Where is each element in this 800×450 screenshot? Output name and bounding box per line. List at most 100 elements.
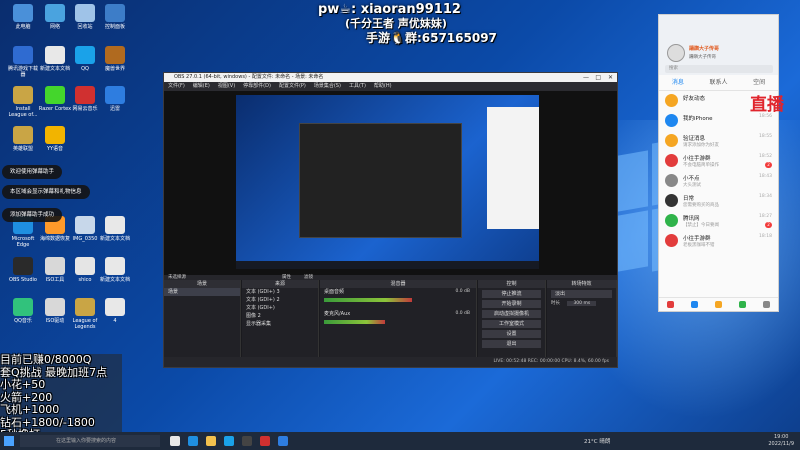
start-icon[interactable] <box>4 436 14 446</box>
desktop-icon[interactable]: QQ音乐 <box>6 298 40 324</box>
desktop-icon[interactable]: QQ <box>68 46 102 72</box>
desktop-icon[interactable]: Razer Cortex <box>38 86 72 112</box>
obs-title-bar[interactable]: OBS 27.0.1 (64-bit, windows) - 配置文件: 未命名… <box>164 73 617 82</box>
mixer-level-meter <box>324 298 412 302</box>
desktop-icon[interactable]: 英雄联盟 <box>6 126 40 152</box>
weather-widget[interactable]: 21°C 晴朗 <box>584 437 610 445</box>
avatar[interactable] <box>667 44 685 62</box>
qq-icon[interactable] <box>224 436 234 446</box>
desktop-icon[interactable]: 新建文本文档 <box>98 216 132 242</box>
desktop-icon-label: Microsoft Edge <box>11 236 35 248</box>
list-item[interactable]: 小往手游群 不会电脑简单操作 18:52 2 <box>659 151 778 171</box>
desktop-icon[interactable]: YY语音 <box>38 126 72 152</box>
exit-button[interactable]: 退出 <box>482 340 541 348</box>
tab-messages[interactable]: 消息 <box>672 75 684 90</box>
app-icon <box>75 86 95 104</box>
message-time: 18:55 <box>759 134 772 139</box>
scenes-dock: 场景 场景 <box>164 280 241 358</box>
mixer-db: 0.0 dB <box>455 311 470 316</box>
source-item[interactable]: 图像 2 <box>242 312 318 320</box>
transition-select[interactable]: 淡出 <box>551 290 612 298</box>
source-item[interactable]: 文本 (GDI+) 2 <box>242 296 318 304</box>
avatar <box>665 174 678 187</box>
app-icon <box>45 86 65 104</box>
contact-name: 小不点 <box>683 176 700 182</box>
menu-help[interactable]: 帮助(H) <box>374 82 392 91</box>
settings-button[interactable]: 设置 <box>482 330 541 338</box>
desktop-icon[interactable]: 腾讯游戏下载器 <box>6 46 40 78</box>
desktop-icon[interactable]: 控制面板 <box>98 4 132 30</box>
source-item[interactable]: 显示器采集 <box>242 320 318 328</box>
desktop-icon[interactable]: League of Legends <box>68 298 102 330</box>
close-icon[interactable]: ✕ <box>608 73 613 82</box>
search-input[interactable]: 搜索 <box>665 65 773 73</box>
nested-qq-panel <box>487 107 539 229</box>
desktop-icon[interactable]: 回收站 <box>68 4 102 30</box>
desktop-icon[interactable]: 迅雷 <box>98 86 132 112</box>
desktop-icon-label: 网易云音乐 <box>72 106 98 112</box>
source-item[interactable]: 文本 (GDI+) <box>242 304 318 312</box>
unread-badge: 2 <box>765 222 772 228</box>
desktop-icon[interactable]: 魔兽世界 <box>98 46 132 72</box>
minimize-icon[interactable]: — <box>583 73 589 82</box>
menu-profile[interactable]: 配置文件(P) <box>279 82 306 91</box>
source-item[interactable]: 文本 (GDI+) 3 <box>242 288 318 296</box>
menu-icon[interactable] <box>667 301 675 308</box>
file-icon[interactable] <box>738 301 746 308</box>
list-item[interactable]: 验证消息 请求添加你为好友 18:55 <box>659 131 778 151</box>
task-view-icon[interactable] <box>170 436 180 446</box>
desktop-icon[interactable]: 网络 <box>38 4 72 30</box>
app-icon[interactable] <box>762 301 770 308</box>
stop-stream-button[interactable]: 停止推流 <box>482 290 541 298</box>
desktop-icon[interactable]: ISO驱动 <box>38 298 72 324</box>
virtual-camera-button[interactable]: 启动虚拟摄像机 <box>482 310 541 318</box>
app-icon <box>13 298 33 316</box>
list-item[interactable]: 小不点 大头测试 18:43 <box>659 171 778 191</box>
desktop-icon[interactable]: 4 <box>98 298 132 324</box>
message-time: 18:52 <box>759 154 772 159</box>
stats-overlay: 目前已赚0/8000Q 套Q挑战 最晚加班7点 小花+50 火箭+200 飞机+… <box>0 353 120 440</box>
desktop-icon-label: 回收站 <box>77 24 93 30</box>
edge-icon[interactable] <box>188 436 198 446</box>
qq-panel[interactable]: 躊躌大子传哥 躊躌大子传哥 搜索 消息 联系人 空间 好友动态 我的iPhone 1… <box>658 14 779 312</box>
menu-edit[interactable]: 编辑(E) <box>193 82 210 91</box>
desktop-icon[interactable]: 新建文本文档 <box>38 46 72 72</box>
start-recording-button[interactable]: 开始录制 <box>482 300 541 308</box>
tab-space[interactable]: 空间 <box>753 75 765 90</box>
list-item[interactable]: 腾讯网 【禁止】今日要闻 18:27 2 <box>659 211 778 231</box>
maximize-icon[interactable]: □ <box>595 73 601 82</box>
desktop-icon[interactable]: Install League of... <box>6 86 40 118</box>
clock[interactable]: 19:00 2022/11/9 <box>768 434 794 448</box>
search-input[interactable]: 在这里输入你要搜索的内容 <box>20 435 160 447</box>
app-icon[interactable] <box>278 436 288 446</box>
tab-contacts[interactable]: 联系人 <box>709 75 727 90</box>
game-icon[interactable] <box>714 301 722 308</box>
desktop-icon[interactable]: 此电脑 <box>6 4 40 30</box>
desktop-icon[interactable]: OBS Studio <box>6 257 40 283</box>
obs-icon[interactable] <box>242 436 252 446</box>
menu-scene-collection[interactable]: 场景集合(S) <box>314 82 341 91</box>
list-item[interactable]: 小往手游群 老板黑咖啡不错 18:18 <box>659 231 778 251</box>
desktop-icon[interactable]: IMG_0350 <box>68 216 102 242</box>
scene-item[interactable]: 场景 <box>164 288 240 296</box>
desktop-icon[interactable]: ISO工具 <box>38 257 72 283</box>
group-icon[interactable] <box>691 301 699 308</box>
studio-mode-button[interactable]: 工作室模式 <box>482 320 541 328</box>
desktop-icon[interactable]: shico <box>68 257 102 283</box>
menu-file[interactable]: 文件(F) <box>168 82 185 91</box>
menu-view[interactable]: 视图(V) <box>218 82 235 91</box>
obs-window[interactable]: OBS 27.0.1 (64-bit, windows) - 配置文件: 未命名… <box>163 72 618 368</box>
mixer-db: 0.0 dB <box>455 289 470 294</box>
app-icon <box>45 257 65 275</box>
list-item[interactable]: 日常 您需要购买的商品 18:34 <box>659 191 778 211</box>
transition-duration-row: 时长 300 ms <box>547 300 616 306</box>
menu-tools[interactable]: 工具(T) <box>349 82 366 91</box>
desktop-icon[interactable]: 新建文本文档 <box>98 257 132 283</box>
music-icon[interactable] <box>260 436 270 446</box>
desktop-icon[interactable]: 网易云音乐 <box>68 86 102 112</box>
overlay-group: 手游🐧群:657165097 <box>366 31 497 45</box>
duration-input[interactable]: 300 ms <box>567 301 597 306</box>
menu-docks[interactable]: 停靠部件(D) <box>243 82 271 91</box>
obs-preview[interactable] <box>164 91 617 275</box>
explorer-icon[interactable] <box>206 436 216 446</box>
